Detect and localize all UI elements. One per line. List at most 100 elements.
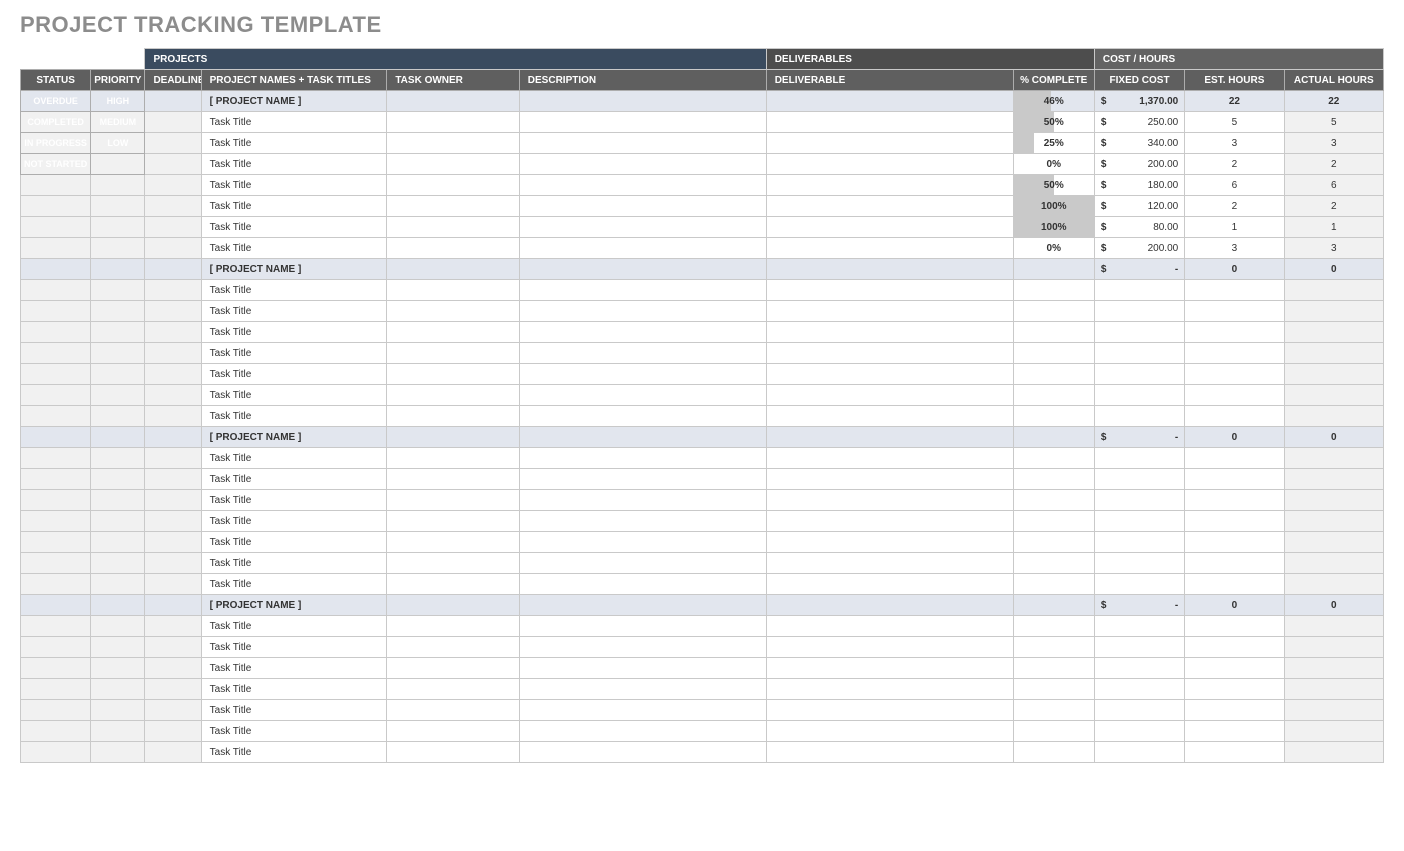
pct-cell[interactable]: 46% (1013, 91, 1094, 112)
status-cell[interactable] (21, 511, 91, 532)
desc-cell[interactable] (519, 238, 766, 259)
est-cell[interactable]: 6 (1185, 175, 1284, 196)
cost-cell[interactable] (1094, 742, 1184, 763)
cost-cell[interactable]: $- (1094, 427, 1184, 448)
desc-cell[interactable] (519, 553, 766, 574)
owner-cell[interactable] (387, 238, 519, 259)
pct-cell[interactable]: 100% (1013, 217, 1094, 238)
desc-cell[interactable] (519, 637, 766, 658)
act-cell[interactable] (1284, 280, 1383, 301)
est-cell[interactable] (1185, 469, 1284, 490)
owner-cell[interactable] (387, 742, 519, 763)
deliv-cell[interactable] (766, 343, 1013, 364)
deadline-cell[interactable] (145, 406, 201, 427)
deadline-cell[interactable] (145, 427, 201, 448)
task-name[interactable]: Task Title (201, 658, 387, 679)
act-cell[interactable]: 3 (1284, 238, 1383, 259)
desc-cell[interactable] (519, 700, 766, 721)
act-cell[interactable] (1284, 532, 1383, 553)
est-cell[interactable] (1185, 721, 1284, 742)
task-name[interactable]: Task Title (201, 490, 387, 511)
task-name[interactable]: Task Title (201, 112, 387, 133)
cost-cell[interactable] (1094, 469, 1184, 490)
owner-cell[interactable] (387, 574, 519, 595)
priority-cell[interactable] (91, 721, 145, 742)
desc-cell[interactable] (519, 343, 766, 364)
deadline-cell[interactable] (145, 322, 201, 343)
owner-cell[interactable] (387, 490, 519, 511)
deadline-cell[interactable] (145, 175, 201, 196)
desc-cell[interactable] (519, 259, 766, 280)
owner-cell[interactable] (387, 175, 519, 196)
task-name[interactable]: Task Title (201, 343, 387, 364)
pct-cell[interactable]: 100% (1013, 196, 1094, 217)
owner-cell[interactable] (387, 616, 519, 637)
deadline-cell[interactable] (145, 217, 201, 238)
desc-cell[interactable] (519, 532, 766, 553)
desc-cell[interactable] (519, 574, 766, 595)
deliv-cell[interactable] (766, 427, 1013, 448)
act-cell[interactable] (1284, 637, 1383, 658)
act-cell[interactable]: 3 (1284, 133, 1383, 154)
status-cell[interactable] (21, 595, 91, 616)
priority-cell[interactable] (91, 700, 145, 721)
deliv-cell[interactable] (766, 742, 1013, 763)
status-cell[interactable] (21, 700, 91, 721)
status-cell[interactable] (21, 616, 91, 637)
pct-cell[interactable] (1013, 616, 1094, 637)
act-cell[interactable] (1284, 343, 1383, 364)
cost-cell[interactable] (1094, 637, 1184, 658)
cost-cell[interactable] (1094, 490, 1184, 511)
desc-cell[interactable] (519, 658, 766, 679)
act-cell[interactable] (1284, 301, 1383, 322)
act-cell[interactable]: 0 (1284, 595, 1383, 616)
priority-cell[interactable] (91, 196, 145, 217)
est-cell[interactable] (1185, 616, 1284, 637)
pct-cell[interactable] (1013, 385, 1094, 406)
cost-cell[interactable] (1094, 301, 1184, 322)
deliv-cell[interactable] (766, 574, 1013, 595)
est-cell[interactable] (1185, 511, 1284, 532)
cost-cell[interactable]: $1,370.00 (1094, 91, 1184, 112)
deadline-cell[interactable] (145, 574, 201, 595)
cost-cell[interactable] (1094, 343, 1184, 364)
desc-cell[interactable] (519, 490, 766, 511)
priority-cell[interactable] (91, 595, 145, 616)
priority-cell[interactable] (91, 322, 145, 343)
status-cell[interactable] (21, 532, 91, 553)
desc-cell[interactable] (519, 133, 766, 154)
owner-cell[interactable] (387, 658, 519, 679)
deliv-cell[interactable] (766, 259, 1013, 280)
owner-cell[interactable] (387, 154, 519, 175)
cost-cell[interactable]: $120.00 (1094, 196, 1184, 217)
est-cell[interactable] (1185, 553, 1284, 574)
status-cell[interactable] (21, 721, 91, 742)
status-cell[interactable] (21, 364, 91, 385)
task-name[interactable]: Task Title (201, 574, 387, 595)
desc-cell[interactable] (519, 280, 766, 301)
act-cell[interactable] (1284, 574, 1383, 595)
deliv-cell[interactable] (766, 553, 1013, 574)
task-name[interactable]: Task Title (201, 448, 387, 469)
task-name[interactable]: Task Title (201, 364, 387, 385)
deliv-cell[interactable] (766, 196, 1013, 217)
priority-cell[interactable] (91, 238, 145, 259)
priority-cell[interactable] (91, 553, 145, 574)
est-cell[interactable]: 3 (1185, 238, 1284, 259)
deliv-cell[interactable] (766, 175, 1013, 196)
pct-cell[interactable] (1013, 364, 1094, 385)
est-cell[interactable]: 0 (1185, 595, 1284, 616)
deliv-cell[interactable] (766, 385, 1013, 406)
owner-cell[interactable] (387, 448, 519, 469)
act-cell[interactable] (1284, 406, 1383, 427)
act-cell[interactable] (1284, 700, 1383, 721)
est-cell[interactable] (1185, 490, 1284, 511)
project-name[interactable]: [ PROJECT NAME ] (201, 259, 387, 280)
owner-cell[interactable] (387, 532, 519, 553)
task-name[interactable]: Task Title (201, 679, 387, 700)
deadline-cell[interactable] (145, 742, 201, 763)
deadline-cell[interactable] (145, 637, 201, 658)
deadline-cell[interactable] (145, 721, 201, 742)
deliv-cell[interactable] (766, 133, 1013, 154)
owner-cell[interactable] (387, 406, 519, 427)
